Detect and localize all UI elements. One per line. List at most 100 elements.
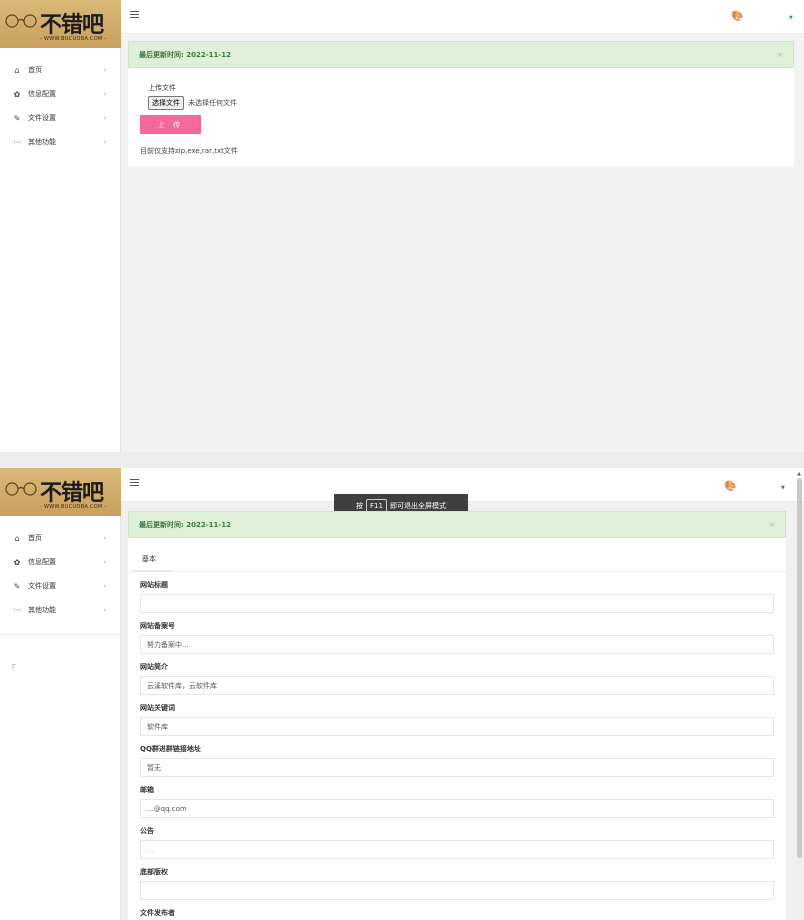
gear-icon: ✿: [13, 89, 21, 99]
sidebar-stray-text: Γ: [12, 663, 16, 671]
update-alert: 最后更新时间: 2022-11-12 ×: [128, 41, 794, 68]
sidebar-item-label: 文件设置: [28, 114, 56, 122]
icp-input[interactable]: 努力备案中...: [140, 635, 774, 654]
sidebar-item-file-settings[interactable]: ✎ 文件设置 ›: [0, 106, 120, 130]
no-file-text: 未选择任何文件: [188, 99, 237, 107]
chevron-right-icon: ›: [103, 582, 106, 590]
scroll-up-icon[interactable]: ▲: [797, 471, 801, 477]
menu-toggle-icon[interactable]: [130, 479, 139, 488]
sidebar-item-home[interactable]: ⌂ 首页 ›: [0, 58, 120, 82]
settings-page-screenshot: 不错吧 - WWW.BUCUOBA.COM - ⌂ 首页 › ✿ 信息配置 › …: [0, 468, 804, 920]
home-icon: ⌂: [14, 533, 20, 543]
chevron-down-icon[interactable]: ▼: [781, 485, 785, 491]
sidebar-item-label: 首页: [28, 66, 42, 74]
settings-card: 最后更新时间: 2022-11-12 × 基本 网站标题 网站备案号 努力备案中…: [128, 511, 786, 920]
glasses-icon: [5, 14, 37, 28]
email-input[interactable]: ...@qq.com: [140, 799, 774, 818]
sidebar: 不错吧 - WWW.BUCUOBA.COM - ⌂ 首页 › ✿ 信息配置 › …: [0, 468, 121, 920]
logo[interactable]: 不错吧 - WWW.BUCUOBA.COM -: [0, 468, 121, 516]
icp-field: 网站备案号 努力备案中...: [140, 621, 774, 654]
scrollbar[interactable]: [797, 478, 802, 858]
palette-icon[interactable]: 🎨: [724, 481, 736, 492]
site-keywords-input[interactable]: 软件库: [140, 717, 774, 736]
pencil-icon: ✎: [13, 581, 21, 591]
sidebar-item-other[interactable]: ··· 其他功能 ›: [0, 130, 120, 154]
more-icon: ···: [13, 137, 21, 147]
sidebar-item-label: 其他功能: [28, 138, 56, 146]
upload-title: 上传文件: [148, 84, 176, 92]
sidebar-item-label: 首页: [28, 534, 42, 542]
alert-text: 最后更新时间: 2022-11-12: [139, 50, 232, 59]
upload-card: 最后更新时间: 2022-11-12 × 上传文件 选择文件 未选择任何文件 上…: [128, 41, 794, 167]
footer-copyright-field: 底部版权: [140, 867, 774, 900]
sidebar-nav: ⌂ 首页 › ✿ 信息配置 › ✎ 文件设置 › ··· 其他功能 ›: [0, 58, 120, 154]
notice-input[interactable]: ...: [140, 840, 774, 859]
sidebar-item-other[interactable]: ··· 其他功能 ›: [0, 598, 120, 622]
tab-bar: 基本: [128, 538, 786, 572]
settings-form: 网站标题 网站备案号 努力备案中... 网站简介 云溪软件库，云软件库 网站关键…: [128, 572, 786, 920]
brand-url: - WWW.BUCUOBA.COM -: [40, 36, 107, 42]
chevron-down-icon[interactable]: ▼: [789, 15, 793, 21]
sidebar-item-info-config[interactable]: ✿ 信息配置 ›: [0, 82, 120, 106]
close-icon[interactable]: ×: [777, 51, 783, 59]
sidebar-nav: ⌂ 首页 › ✿ 信息配置 › ✎ 文件设置 › ··· 其他功能 ›: [0, 526, 120, 622]
upload-form: 上传文件 选择文件 未选择任何文件 上 传 目前仅支持zip,exe,rar,t…: [128, 68, 794, 166]
tab-basic[interactable]: 基本: [142, 554, 156, 564]
notice-field: 公告 ...: [140, 826, 774, 859]
chevron-right-icon: ›: [103, 606, 106, 614]
toast-prefix: 按: [356, 502, 364, 510]
field-label: 网站关键词: [140, 704, 175, 712]
alert-text: 最后更新时间: 2022-11-12: [139, 520, 232, 529]
footer-copyright-input[interactable]: [140, 881, 774, 900]
sidebar-item-file-settings[interactable]: ✎ 文件设置 ›: [0, 574, 120, 598]
palette-icon[interactable]: 🎨: [731, 11, 743, 22]
site-intro-field: 网站简介 云溪软件库，云软件库: [140, 662, 774, 695]
field-label: 网站标题: [140, 581, 168, 589]
topbar: 🎨 ▼: [121, 0, 804, 34]
sidebar-item-home[interactable]: ⌂ 首页 ›: [0, 526, 120, 550]
field-label: 邮箱: [140, 786, 154, 794]
site-intro-input[interactable]: 云溪软件库，云软件库: [140, 676, 774, 695]
field-label: 公告: [140, 827, 154, 835]
field-label: 文件发布者: [140, 909, 175, 917]
chevron-right-icon: ›: [103, 114, 106, 122]
site-keywords-field: 网站关键词 软件库: [140, 703, 774, 736]
chevron-right-icon: ›: [103, 138, 106, 146]
menu-toggle-icon[interactable]: [130, 11, 139, 20]
chevron-right-icon: ›: [103, 90, 106, 98]
logo[interactable]: 不错吧 - WWW.BUCUOBA.COM -: [0, 0, 121, 48]
chevron-right-icon: ›: [103, 66, 106, 74]
sidebar-item-info-config[interactable]: ✿ 信息配置 ›: [0, 550, 120, 574]
sidebar-divider: [0, 634, 120, 635]
toast-suffix: 即可退出全屏模式: [389, 502, 446, 510]
glasses-icon: [5, 482, 37, 496]
chevron-right-icon: ›: [103, 558, 106, 566]
brand-url: - WWW.BUCUOBA.COM -: [40, 504, 107, 510]
site-title-input[interactable]: [140, 594, 774, 613]
field-label: QQ群进群链接地址: [140, 745, 201, 753]
upload-page-screenshot: 不错吧 - WWW.BUCUOBA.COM - ⌂ 首页 › ✿ 信息配置 › …: [0, 0, 804, 452]
choose-file-button[interactable]: 选择文件: [148, 96, 184, 110]
qq-group-input[interactable]: 暂无: [140, 758, 774, 777]
sidebar-item-label: 其他功能: [28, 606, 56, 614]
home-icon: ⌂: [14, 65, 20, 75]
brand-name: 不错吧: [40, 481, 104, 506]
sidebar-item-label: 信息配置: [28, 558, 56, 566]
tab-underline: [134, 570, 172, 572]
field-label: 网站简介: [140, 663, 168, 671]
sidebar-item-label: 信息配置: [28, 90, 56, 98]
brand-name: 不错吧: [40, 13, 104, 38]
more-icon: ···: [13, 605, 21, 615]
update-alert: 最后更新时间: 2022-11-12 ×: [128, 511, 786, 538]
gear-icon: ✿: [13, 557, 21, 567]
close-icon[interactable]: ×: [769, 521, 775, 529]
email-field: 邮箱 ...@qq.com: [140, 785, 774, 818]
sidebar: 不错吧 - WWW.BUCUOBA.COM - ⌂ 首页 › ✿ 信息配置 › …: [0, 0, 121, 452]
file-input: 选择文件 未选择任何文件: [148, 96, 782, 110]
upload-hint: 目前仅支持zip,exe,rar,txt文件: [140, 147, 238, 155]
pencil-icon: ✎: [13, 113, 21, 123]
field-label: 底部版权: [140, 868, 168, 876]
upload-button[interactable]: 上 传: [140, 115, 201, 134]
site-title-field: 网站标题: [140, 580, 774, 613]
file-publisher-field: 文件发布者: [140, 908, 774, 920]
